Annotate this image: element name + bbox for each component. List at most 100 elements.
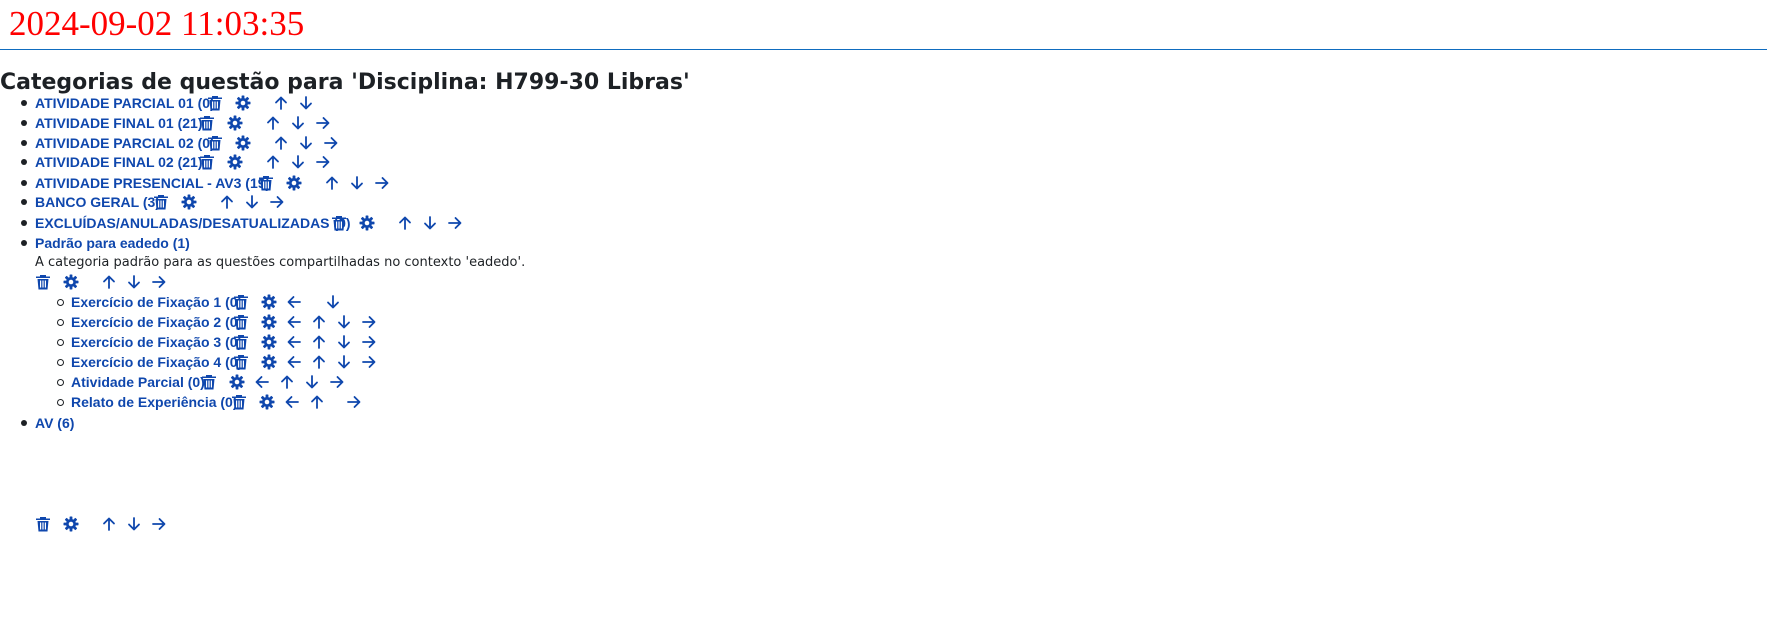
delete-button[interactable] [231,394,247,410]
move-up-button[interactable] [324,175,340,191]
move-right-button[interactable] [447,215,463,231]
delete-button[interactable] [233,354,249,370]
move-down-button[interactable] [290,115,306,131]
move-down-button[interactable] [325,294,341,310]
move-down-button[interactable] [290,154,306,170]
delete-button[interactable] [233,314,249,330]
move-left-button[interactable] [286,314,302,330]
edit-button[interactable] [181,194,197,210]
move-down-button[interactable] [244,194,260,210]
move-left-button[interactable] [286,354,302,370]
edit-button[interactable] [63,274,79,290]
move-down-button[interactable] [126,516,142,532]
category-link[interactable]: ATIVIDADE FINAL 02 (21) [35,153,203,171]
edit-button[interactable] [229,374,245,390]
delete-button[interactable] [35,516,51,532]
move-right-button[interactable] [346,394,362,410]
move-down-button[interactable] [336,314,352,330]
move-right-button[interactable] [361,334,377,350]
move-right-button[interactable] [151,274,167,290]
move-up-button[interactable] [219,194,235,210]
move-right-button[interactable] [374,175,390,191]
delete-button[interactable] [207,95,223,111]
move-up-button[interactable] [265,115,281,131]
gear-icon [261,294,277,310]
arrow-right-icon [374,175,390,191]
move-up-button[interactable] [273,135,289,151]
move-down-button[interactable] [349,175,365,191]
move-up-button[interactable] [311,334,327,350]
move-down-button[interactable] [304,374,320,390]
move-left-button[interactable] [286,294,302,310]
header-divider [0,49,1767,50]
move-right-button[interactable] [315,115,331,131]
edit-button[interactable] [261,314,277,330]
category-link[interactable]: Padrão para eadedo (1) [35,234,190,252]
edit-button[interactable] [359,215,375,231]
move-up-button[interactable] [279,374,295,390]
move-left-button[interactable] [286,334,302,350]
delete-button[interactable] [233,334,249,350]
move-down-button[interactable] [422,215,438,231]
delete-button[interactable] [153,194,169,210]
edit-button[interactable] [286,175,302,191]
delete-button[interactable] [199,115,215,131]
move-up-button[interactable] [309,394,325,410]
category-link[interactable]: ATIVIDADE FINAL 01 (21) [35,114,203,132]
move-left-button[interactable] [254,374,270,390]
category-link[interactable]: ATIVIDADE PARCIAL 01 (0) [35,94,215,112]
move-left-button[interactable] [284,394,300,410]
edit-button[interactable] [227,154,243,170]
move-down-button[interactable] [336,334,352,350]
move-right-button[interactable] [329,374,345,390]
move-right-button[interactable] [269,194,285,210]
edit-button[interactable] [261,354,277,370]
move-right-button[interactable] [361,354,377,370]
edit-button[interactable] [63,516,79,532]
delete-button[interactable] [233,294,249,310]
move-up-button[interactable] [101,516,117,532]
edit-button[interactable] [235,135,251,151]
delete-button[interactable] [331,215,347,231]
move-down-button[interactable] [298,135,314,151]
move-right-button[interactable] [315,154,331,170]
move-up-button[interactable] [397,215,413,231]
delete-button[interactable] [258,175,274,191]
move-up-button[interactable] [311,314,327,330]
edit-button[interactable] [261,334,277,350]
category-link[interactable]: BANCO GERAL (3) [35,193,160,211]
trash-icon [207,135,223,151]
move-right-button[interactable] [151,516,167,532]
category-link[interactable]: Atividade Parcial (0) [71,373,205,391]
move-down-button[interactable] [126,274,142,290]
delete-button[interactable] [207,135,223,151]
move-up-button[interactable] [101,274,117,290]
category-link[interactable]: ATIVIDADE PRESENCIAL - AV3 (19) [35,174,270,192]
gear-icon [227,154,243,170]
category-link[interactable]: Exercício de Fixação 3 (0) [71,333,242,351]
category-link[interactable]: Exercício de Fixação 1 (0) [71,293,242,311]
delete-button[interactable] [199,154,215,170]
delete-button[interactable] [201,374,217,390]
edit-button[interactable] [227,115,243,131]
move-right-button[interactable] [361,314,377,330]
gear-icon [261,354,277,370]
delete-button[interactable] [35,274,51,290]
move-right-button[interactable] [323,135,339,151]
category-link[interactable]: EXCLUÍDAS/ANULADAS/DESATUALIZADAS (0) [35,214,351,232]
edit-button[interactable] [259,394,275,410]
edit-button[interactable] [261,294,277,310]
move-down-button[interactable] [298,95,314,111]
category-link[interactable]: Exercício de Fixação 2 (0) [71,313,242,331]
edit-button[interactable] [235,95,251,111]
move-up-button[interactable] [311,354,327,370]
category-link[interactable]: Relato de Experiência (0) [71,393,238,411]
category-link[interactable]: AV (6) [35,414,74,432]
arrow-down-icon [336,334,352,350]
move-up-button[interactable] [273,95,289,111]
category-link[interactable]: Exercício de Fixação 4 (0) [71,353,242,371]
arrow-left-icon [254,374,270,390]
move-down-button[interactable] [336,354,352,370]
move-up-button[interactable] [265,154,281,170]
category-link[interactable]: ATIVIDADE PARCIAL 02 (0) [35,134,215,152]
